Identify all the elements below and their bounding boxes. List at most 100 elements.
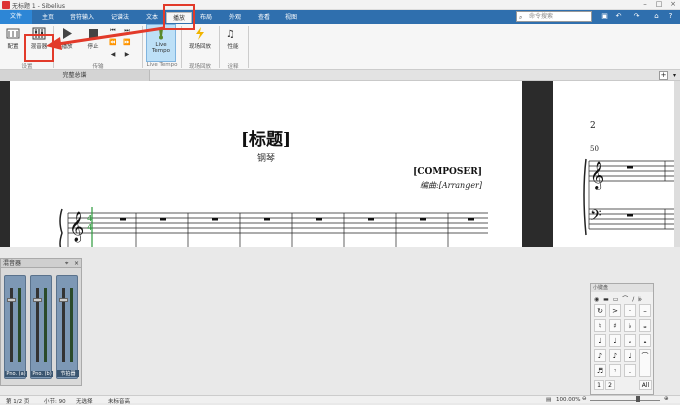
keypad-key[interactable]: ♪ xyxy=(594,349,606,362)
mixer-title: 混音器 xyxy=(3,260,22,267)
status-pitch: 未标音高 xyxy=(108,399,131,405)
score-subtitle[interactable]: 钢琴 xyxy=(10,151,522,164)
zoom-slider-thumb[interactable] xyxy=(636,396,640,402)
tab-layout[interactable]: 布局 xyxy=(194,12,218,23)
keypad-voice-all[interactable]: All xyxy=(639,380,652,390)
zoom-out-icon[interactable]: ⊖ xyxy=(582,396,587,402)
view-mode-icon[interactable]: ▤ xyxy=(546,397,551,403)
mixer-panel[interactable]: 混音器 ⌖ × Pno. (a) Pno. (b) 节拍器 xyxy=(0,258,82,386)
performance-notes-icon: ♫ xyxy=(226,29,235,40)
tab-text[interactable]: 文本 xyxy=(140,12,164,23)
keypad-voice-1[interactable]: 1 xyxy=(594,380,604,390)
keypad-key[interactable]: ⌒ xyxy=(639,349,651,377)
status-bar: 第 1/2 页 小节: 90 无选择 未标音高 ▤ 100.00% ⊕ ⊖ xyxy=(0,395,680,405)
tab-home[interactable]: 主页 xyxy=(36,12,60,23)
strip-label: 节拍器 xyxy=(57,370,79,377)
piano-system[interactable]: 𝄞 4 4 xyxy=(58,201,488,247)
keypad-key[interactable]: ♩ xyxy=(594,334,606,347)
keypad-key[interactable]: ♩ xyxy=(609,334,621,347)
keypad-key[interactable]: ♮ xyxy=(594,319,606,332)
live-playback-button[interactable]: 现场回放 xyxy=(184,27,216,50)
lock-icon[interactable]: ⌂ xyxy=(652,12,661,21)
keypad-key[interactable]: . xyxy=(624,364,636,377)
tab-view[interactable]: 视图 xyxy=(280,12,302,23)
keypad-key[interactable]: ↻ xyxy=(594,304,606,317)
command-search-input[interactable]: ⌕ 命令搜索 xyxy=(516,11,592,22)
group-label-interpretation: 诠释 xyxy=(227,64,239,70)
title-bar: 无标题 1 - Sibelius – □ × xyxy=(0,0,680,10)
ribbon-divider xyxy=(248,26,249,68)
keypad-key[interactable]: ♬ xyxy=(594,364,606,377)
setup-button[interactable]: 配置 xyxy=(2,27,24,50)
strip-label: Pno. (a) xyxy=(5,371,27,377)
mixer-strip[interactable]: Pno. (b) xyxy=(30,275,53,379)
pin-icon[interactable]: ⌖ xyxy=(65,259,68,268)
performance-button[interactable]: ♫ 性能 xyxy=(222,27,244,50)
keypad-key[interactable]: ♪ xyxy=(609,349,621,362)
bar-number: 50 xyxy=(590,145,599,153)
tab-appearance[interactable]: 外观 xyxy=(222,12,248,23)
keypad-key[interactable]: ♭ xyxy=(624,319,636,332)
score-page-2[interactable]: 2 50 𝄞 𝄢 xyxy=(553,81,680,247)
vertical-scrollbar[interactable] xyxy=(674,81,680,247)
minimize-button[interactable]: – xyxy=(638,0,652,8)
fader-knob[interactable] xyxy=(7,298,16,302)
keypad-key[interactable]: · xyxy=(624,304,636,317)
tab-menu-icon[interactable]: ▾ xyxy=(670,71,679,80)
fader-knob[interactable] xyxy=(33,298,42,302)
performance-label: 性能 xyxy=(227,44,239,50)
tab-file[interactable]: 文件 xyxy=(0,10,32,24)
help-icon[interactable]: ? xyxy=(666,12,675,21)
add-tab-button[interactable]: + xyxy=(659,71,668,80)
svg-text:𝄞: 𝄞 xyxy=(69,211,84,243)
status-page[interactable]: 第 1/2 页 xyxy=(6,397,29,405)
save-icon[interactable]: ▣ xyxy=(600,12,609,21)
piano-system-page-2[interactable]: 𝄞 𝄢 xyxy=(583,153,680,243)
score-composer[interactable]: [COMPOSER] xyxy=(310,167,482,177)
mixer-panel-header[interactable]: 混音器 ⌖ × xyxy=(1,259,81,268)
keypad-key[interactable]: – xyxy=(639,304,651,317)
tab-notations[interactable]: 记谱法 xyxy=(104,12,136,23)
sibelius-app-icon xyxy=(2,1,10,9)
maximize-button[interactable]: □ xyxy=(652,0,666,8)
zoom-slider[interactable] xyxy=(590,400,660,401)
keypad-key[interactable]: > xyxy=(609,304,621,317)
keypad-key[interactable]: 𝅝 xyxy=(639,334,651,347)
score-arranger[interactable]: 编曲:[Arranger] xyxy=(310,180,482,191)
page-number: 2 xyxy=(590,121,596,131)
mixer-strip[interactable]: 节拍器 xyxy=(56,275,79,379)
score-title[interactable]: [标题] xyxy=(10,125,522,150)
tab-full-score[interactable]: 完整总谱 xyxy=(0,70,150,81)
keypad-key[interactable]: ♯ xyxy=(609,319,621,332)
tab-note-input[interactable]: 音符输入 xyxy=(64,12,100,23)
svg-text:♫: ♫ xyxy=(226,29,235,40)
group-label-setup: 设置 xyxy=(21,64,33,70)
redo-icon[interactable]: ↷ xyxy=(632,12,641,21)
zoom-in-icon[interactable]: ⊕ xyxy=(664,396,669,402)
undo-icon[interactable]: ↶ xyxy=(614,12,623,21)
close-button[interactable]: × xyxy=(666,0,680,8)
svg-text:𝄞: 𝄞 xyxy=(590,161,604,190)
close-panel-icon[interactable]: × xyxy=(74,259,79,268)
fader-knob[interactable] xyxy=(59,298,68,302)
keypad-layout-tabs[interactable]: ◉ ▬ ▭ ⌒ ∕ 𝄫 xyxy=(594,294,652,303)
ribbon-tab-bar: 文件 主页 音符输入 记谱法 文本 播放 布局 外观 查看 视图 ⌕ 命令搜索 … xyxy=(0,10,680,24)
keypad-key[interactable]: ♩ xyxy=(624,349,636,362)
keypad-title: 小键盘 xyxy=(591,284,653,292)
svg-text:4: 4 xyxy=(87,223,92,232)
document-tab-row: 完整总谱 + ▾ xyxy=(0,70,680,81)
tab-review[interactable]: 查看 xyxy=(252,12,276,23)
search-icon: ⌕ xyxy=(519,14,523,21)
score-view[interactable]: [标题] 钢琴 [COMPOSER] 编曲:[Arranger] 𝄞 4 4 2 xyxy=(0,81,680,247)
status-zoom[interactable]: 100.00% xyxy=(556,397,580,403)
keypad-key[interactable]: 𝅗 xyxy=(624,334,636,347)
keypad-panel[interactable]: 小键盘 ◉ ▬ ▭ ⌒ ∕ 𝄫 ↻ > · – ♮ ♯ ♭ 𝄪 ♩ ♩ 𝅗 𝅝 … xyxy=(590,283,654,395)
group-label-live-tempo: Live Tempo xyxy=(146,62,178,68)
mixer-strip[interactable]: Pno. (a) xyxy=(4,275,27,379)
strip-label: Pno. (b) xyxy=(31,371,53,377)
live-playback-label: 现场回放 xyxy=(188,44,211,50)
score-page-1[interactable]: [标题] 钢琴 [COMPOSER] 编曲:[Arranger] 𝄞 4 4 xyxy=(10,81,522,247)
keypad-key[interactable]: 𝄾 xyxy=(609,364,621,377)
keypad-voice-2[interactable]: 2 xyxy=(605,380,615,390)
keypad-key[interactable]: 𝄪 xyxy=(639,319,651,332)
